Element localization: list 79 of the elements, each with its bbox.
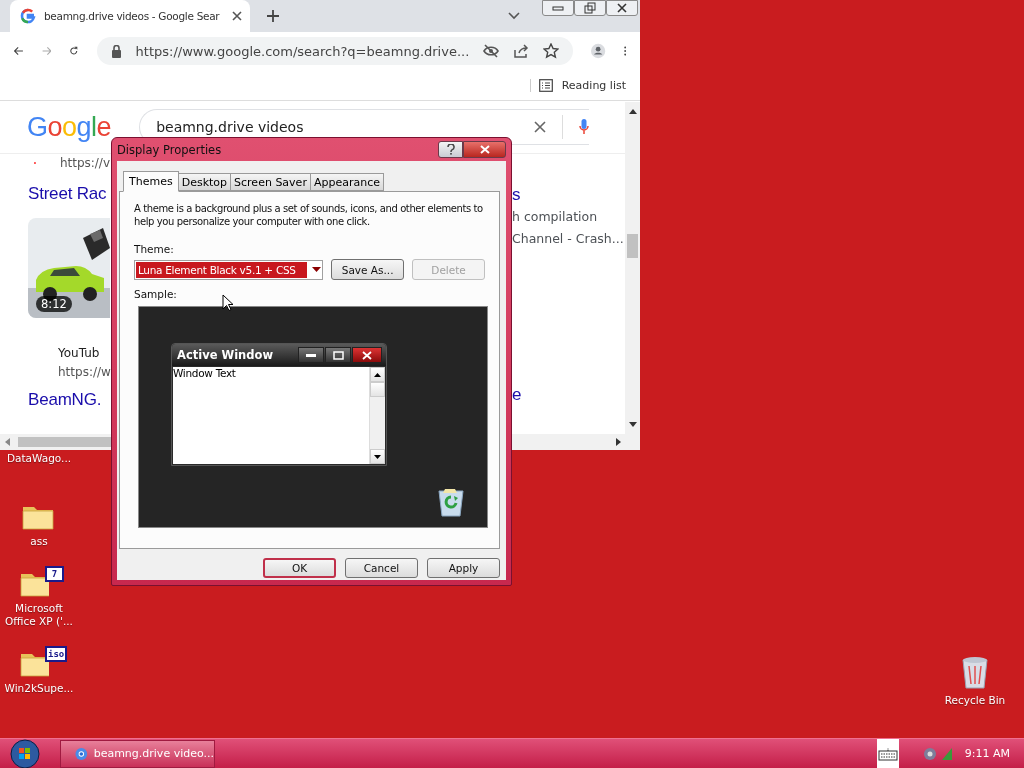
up-arrow-icon — [374, 372, 381, 377]
restore-button[interactable] — [574, 0, 606, 16]
tab[interactable]: Appearance — [309, 173, 384, 191]
trash-bin-icon[interactable] — [961, 656, 989, 690]
star-icon[interactable] — [543, 43, 560, 59]
mouse-cursor-icon — [222, 294, 233, 311]
description-text: A theme is a background plus a set of sounds, icons, and other elements to help you personalize your computer with one click. — [134, 202, 484, 228]
clock[interactable]: 9:11 AM — [964, 747, 1010, 760]
close-icon[interactable] — [232, 11, 242, 21]
sample-window-title: Active Window — [177, 348, 274, 362]
question-mark-icon — [446, 144, 455, 155]
start-button[interactable] — [10, 738, 40, 768]
window-title: Display Properties — [117, 142, 222, 157]
reading-list-button[interactable]: Reading list — [529, 78, 626, 92]
dialog-button[interactable]: Save As... — [331, 259, 405, 280]
lock-icon — [110, 44, 122, 58]
browser-tab[interactable]: beamng.drive videos - Google Sear — [10, 0, 250, 32]
vertical-scrollbar[interactable] — [625, 102, 640, 434]
browser-icon — [75, 746, 88, 761]
sample-window-text: Window Text — [173, 367, 237, 381]
down-arrow-icon[interactable] — [628, 422, 637, 428]
file-type-label: 7 — [45, 566, 64, 582]
minimize-icon — [306, 353, 316, 357]
up-arrow-icon[interactable] — [628, 108, 637, 114]
dialog-button[interactable]: OK — [263, 558, 336, 578]
new-tab-icon[interactable] — [266, 9, 280, 23]
result-title-link[interactable]: e — [512, 384, 624, 406]
minimize-icon — [552, 5, 564, 11]
result-snippet: Channel - Crash... — [512, 230, 624, 248]
minimize-button[interactable] — [542, 0, 574, 16]
tab[interactable]: Screen Saver — [230, 173, 311, 191]
desktop-icon-label[interactable]: DataWago... — [6, 452, 72, 465]
close-icon — [362, 350, 372, 360]
result-url: https://v — [59, 155, 110, 172]
clear-icon[interactable] — [534, 121, 547, 133]
result-title-link[interactable]: s — [512, 184, 624, 206]
google-g-icon — [20, 8, 36, 24]
right-arrow-icon[interactable] — [616, 438, 622, 446]
dropdown-arrow-icon — [312, 267, 322, 272]
speaker-icon[interactable] — [922, 746, 937, 761]
tab[interactable]: Themes — [123, 171, 179, 192]
close-button[interactable] — [463, 141, 506, 158]
result-title-link[interactable]: Street Rac — [28, 184, 110, 204]
help-button[interactable] — [438, 141, 463, 158]
back-arrow-icon[interactable] — [14, 44, 24, 58]
result-url: https://w — [58, 364, 111, 381]
result-snippet: h compilation — [512, 208, 599, 226]
desktop-icon-label[interactable]: ass — [30, 535, 48, 548]
desktop-icon-label[interactable]: Recycle Bin — [944, 694, 1006, 707]
eye-slash-icon[interactable] — [483, 44, 500, 58]
keyboard-icon[interactable] — [876, 738, 899, 768]
google-logo[interactable]: Google — [27, 111, 112, 143]
taskbar-button[interactable]: beamng.drive video... — [60, 739, 215, 768]
result-source: YouTub — [58, 345, 101, 362]
dialog-button[interactable]: Cancel — [345, 558, 418, 578]
maximize-icon — [332, 350, 344, 360]
dialog-button[interactable]: Apply — [427, 558, 500, 578]
close-icon — [479, 145, 490, 154]
share-icon[interactable] — [513, 44, 530, 58]
video-duration-badge: 8:12 — [36, 296, 72, 312]
desktop-icon-label[interactable]: Microsoft Office XP ('... — [0, 602, 78, 628]
chevron-down-icon[interactable] — [508, 12, 520, 20]
left-arrow-icon[interactable] — [4, 438, 10, 446]
close-icon — [616, 2, 628, 14]
recycle-bin-icon — [437, 487, 465, 517]
result-title-link[interactable]: BeamNG. — [28, 390, 110, 410]
close-button[interactable] — [606, 0, 638, 16]
sample-label: Sample: — [134, 288, 178, 300]
file-type-label: iso — [45, 646, 68, 662]
microphone-icon[interactable] — [579, 119, 590, 135]
scrollbar-thumb[interactable] — [627, 234, 638, 258]
theme-dropdown[interactable]: Luna Element Black v5.1 + CSS — [134, 259, 324, 280]
restore-icon — [584, 2, 596, 14]
tab[interactable]: Desktop — [177, 173, 232, 191]
list-icon — [538, 78, 553, 92]
address-bar[interactable]: https://www.google.com/search?q=beamng.drive... — [96, 37, 574, 65]
desktop-icon-label[interactable]: Win2kSupe... — [4, 682, 74, 695]
down-arrow-icon — [374, 454, 381, 459]
theme-label: Theme: — [134, 243, 175, 255]
